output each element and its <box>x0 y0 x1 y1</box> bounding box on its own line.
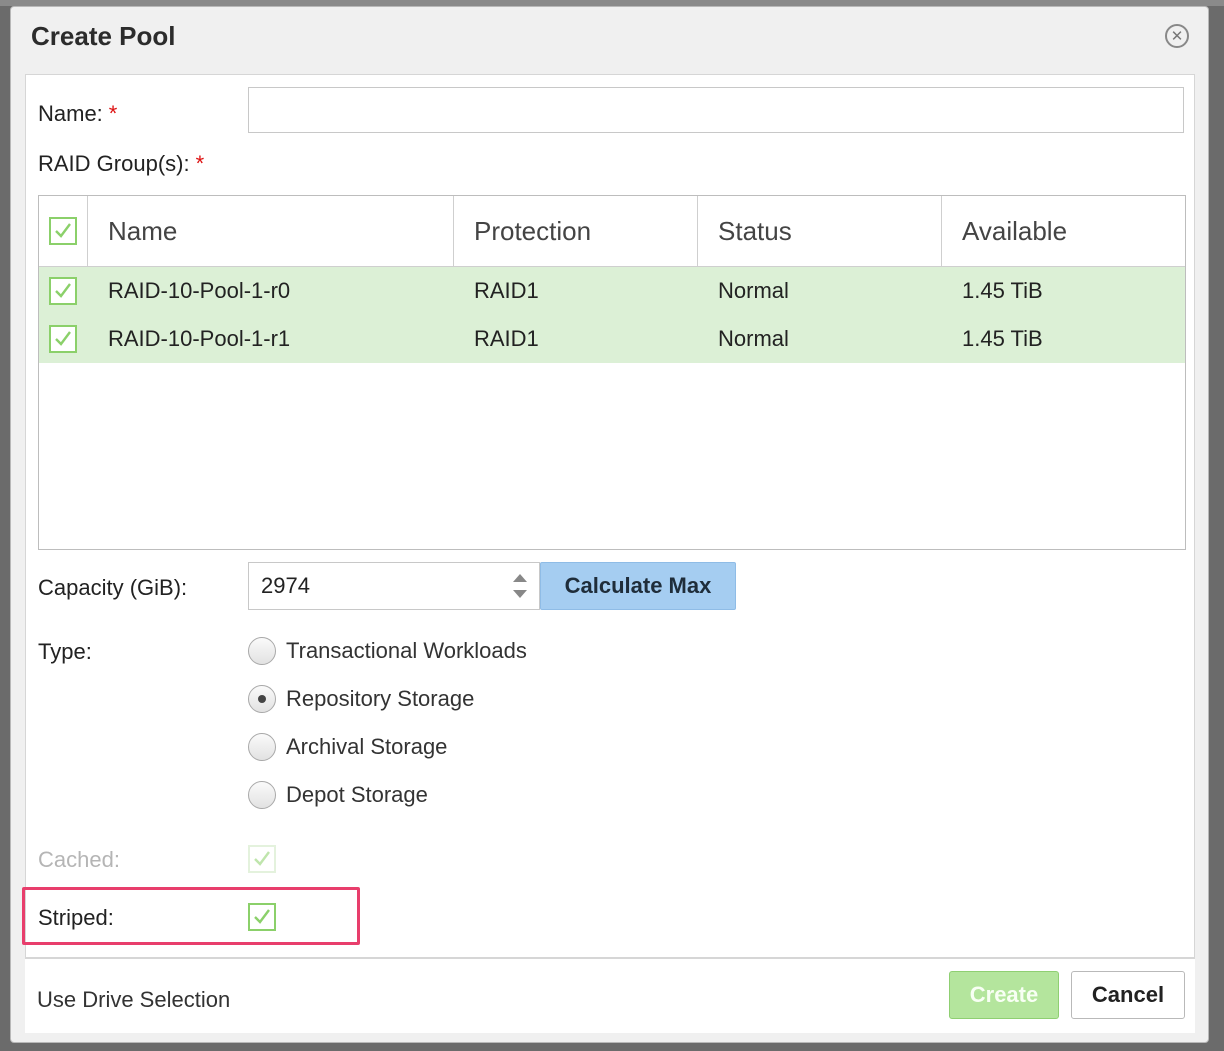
name-label-text: Name: <box>38 101 103 126</box>
row-name: RAID-10-Pool-1-r0 <box>108 278 291 303</box>
header-select-all-cell <box>39 196 88 266</box>
radio-label-archival-storage[interactable]: Archival Storage <box>286 734 447 760</box>
raid-groups-label-text: RAID Group(s): <box>38 151 190 176</box>
calculate-max-button[interactable]: Calculate Max <box>540 562 736 610</box>
table-header: Name Protection Status Available <box>39 196 1185 267</box>
dialog-title: Create Pool <box>31 21 176 51</box>
select-all-checkbox[interactable] <box>49 217 77 245</box>
radio-label-depot-storage[interactable]: Depot Storage <box>286 782 428 808</box>
row-checkbox[interactable] <box>49 325 77 353</box>
capacity-label: Capacity (GiB): <box>38 575 188 600</box>
table-row[interactable]: RAID-10-Pool-1-r1 RAID1 Normal 1.45 TiB <box>39 315 1185 363</box>
row-available: 1.45 TiB <box>962 326 1043 351</box>
radio-transactional-workloads[interactable] <box>248 637 276 665</box>
use-drive-selection-link[interactable]: Use Drive Selection <box>37 987 230 1013</box>
cancel-button[interactable]: Cancel <box>1071 971 1185 1019</box>
row-status: Normal <box>718 326 789 351</box>
create-button[interactable]: Create <box>949 971 1059 1019</box>
dialog-footer: Use Drive Selection Create Cancel <box>25 959 1195 1033</box>
name-input[interactable] <box>248 87 1184 133</box>
radio-label-repository-storage[interactable]: Repository Storage <box>286 686 474 712</box>
radio-depot-storage[interactable] <box>248 781 276 809</box>
column-header-protection[interactable]: Protection <box>454 196 698 266</box>
radio-label-transactional-workloads[interactable]: Transactional Workloads <box>286 638 527 664</box>
radio-archival-storage[interactable] <box>248 733 276 761</box>
row-available: 1.45 TiB <box>962 278 1043 303</box>
capacity-input[interactable]: 2974 <box>248 562 540 610</box>
type-label: Type: <box>38 639 92 664</box>
row-checkbox[interactable] <box>49 277 77 305</box>
cached-label: Cached: <box>38 847 120 872</box>
spinner-arrows-icon[interactable] <box>511 571 529 601</box>
column-header-status[interactable]: Status <box>698 196 942 266</box>
close-icon[interactable]: ✕ <box>1165 24 1189 48</box>
raid-group-table: Name Protection Status Available RAID-10… <box>38 195 1186 550</box>
column-header-name[interactable]: Name <box>88 196 454 266</box>
raid-groups-label: RAID Group(s): * <box>38 151 204 177</box>
required-mark: * <box>108 101 118 126</box>
required-mark: * <box>195 151 205 176</box>
row-protection: RAID1 <box>474 278 539 303</box>
dialog-body: Name: * RAID Group(s): * Name Protection S… <box>25 74 1195 958</box>
radio-repository-storage[interactable] <box>248 685 276 713</box>
striped-highlight-box <box>22 887 360 945</box>
table-row[interactable]: RAID-10-Pool-1-r0 RAID1 Normal 1.45 TiB <box>39 267 1185 315</box>
column-header-available[interactable]: Available <box>942 196 1185 266</box>
row-protection: RAID1 <box>474 326 539 351</box>
row-status: Normal <box>718 278 789 303</box>
name-label: Name: * <box>38 101 117 127</box>
capacity-value: 2974 <box>261 573 310 598</box>
row-name: RAID-10-Pool-1-r1 <box>108 326 291 351</box>
cached-checkbox <box>248 845 276 873</box>
